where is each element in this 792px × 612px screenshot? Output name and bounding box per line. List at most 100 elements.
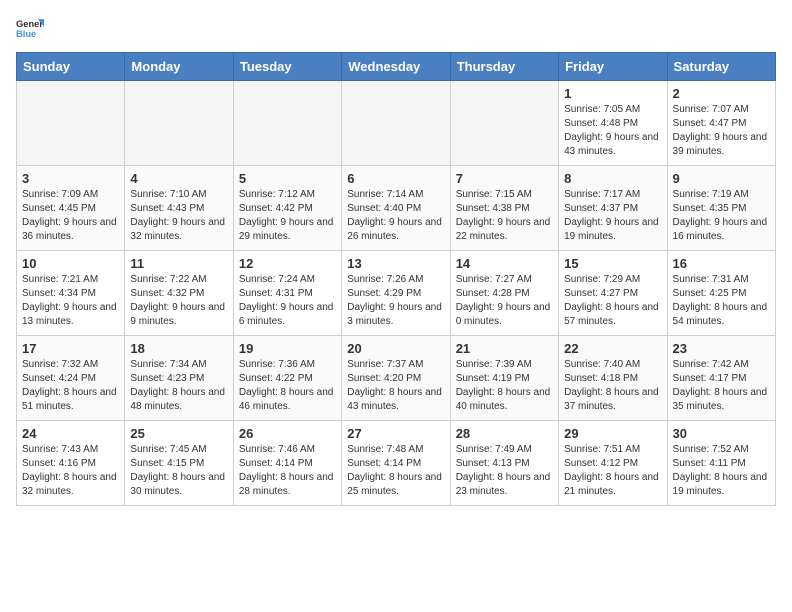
day-number: 2 — [673, 86, 770, 101]
day-info: Sunrise: 7:12 AM Sunset: 4:42 PM Dayligh… — [239, 188, 336, 244]
day-info: Sunrise: 7:15 AM Sunset: 4:38 PM Dayligh… — [456, 188, 553, 244]
day-number: 1 — [564, 86, 661, 101]
calendar-cell: 3 Sunrise: 7:09 AM Sunset: 4:45 PM Daylig… — [17, 166, 125, 251]
logo-icon: General Blue — [16, 16, 44, 44]
weekday-header-wednesday: Wednesday — [342, 53, 450, 81]
day-number: 20 — [347, 341, 444, 356]
day-number: 30 — [673, 426, 770, 441]
day-info: Sunrise: 7:05 AM Sunset: 4:48 PM Dayligh… — [564, 103, 661, 159]
calendar-cell: 1 Sunrise: 7:05 AM Sunset: 4:48 PM Daylig… — [559, 81, 667, 166]
calendar-cell: 11 Sunrise: 7:22 AM Sunset: 4:32 PM Dayli… — [125, 251, 233, 336]
calendar-cell: 25 Sunrise: 7:45 AM Sunset: 4:15 PM Dayli… — [125, 421, 233, 506]
weekday-header-saturday: Saturday — [667, 53, 775, 81]
day-number: 13 — [347, 256, 444, 271]
day-info: Sunrise: 7:42 AM Sunset: 4:17 PM Dayligh… — [673, 358, 770, 414]
day-info: Sunrise: 7:10 AM Sunset: 4:43 PM Dayligh… — [130, 188, 227, 244]
day-info: Sunrise: 7:17 AM Sunset: 4:37 PM Dayligh… — [564, 188, 661, 244]
calendar-cell: 8 Sunrise: 7:17 AM Sunset: 4:37 PM Daylig… — [559, 166, 667, 251]
day-number: 10 — [22, 256, 119, 271]
day-number: 17 — [22, 341, 119, 356]
calendar-cell: 21 Sunrise: 7:39 AM Sunset: 4:19 PM Dayli… — [450, 336, 558, 421]
day-info: Sunrise: 7:32 AM Sunset: 4:24 PM Dayligh… — [22, 358, 119, 414]
day-info: Sunrise: 7:52 AM Sunset: 4:11 PM Dayligh… — [673, 443, 770, 499]
calendar-table: SundayMondayTuesdayWednesdayThursdayFrid… — [16, 52, 776, 506]
calendar-cell: 24 Sunrise: 7:43 AM Sunset: 4:16 PM Dayli… — [17, 421, 125, 506]
calendar-cell: 5Sunrise: 7:12 AM Sunset: 4:42 PM Daylig… — [233, 166, 341, 251]
calendar-cell: 30 Sunrise: 7:52 AM Sunset: 4:11 PM Dayli… — [667, 421, 775, 506]
weekday-header-row: SundayMondayTuesdayWednesdayThursdayFrid… — [17, 53, 776, 81]
calendar-cell: 18 Sunrise: 7:34 AM Sunset: 4:23 PM Dayli… — [125, 336, 233, 421]
day-number: 25 — [130, 426, 227, 441]
day-number: 8 — [564, 171, 661, 186]
day-info: Sunrise: 7:07 AM Sunset: 4:47 PM Dayligh… — [673, 103, 770, 159]
day-number: 15 — [564, 256, 661, 271]
day-info: Sunrise: 7:39 AM Sunset: 4:19 PM Dayligh… — [456, 358, 553, 414]
day-number: 3 — [22, 171, 119, 186]
day-info: Sunrise: 7:45 AM Sunset: 4:15 PM Dayligh… — [130, 443, 227, 499]
calendar-cell — [17, 81, 125, 166]
day-info: Sunrise: 7:43 AM Sunset: 4:16 PM Dayligh… — [22, 443, 119, 499]
day-number: 27 — [347, 426, 444, 441]
calendar-cell: 10 Sunrise: 7:21 AM Sunset: 4:34 PM Dayli… — [17, 251, 125, 336]
day-info: Sunrise: 7:09 AM Sunset: 4:45 PM Dayligh… — [22, 188, 119, 244]
day-number: 14 — [456, 256, 553, 271]
day-number: 19 — [239, 341, 336, 356]
calendar-cell: 7 Sunrise: 7:15 AM Sunset: 4:38 PM Daylig… — [450, 166, 558, 251]
calendar-cell: 19 Sunrise: 7:36 AM Sunset: 4:22 PM Dayli… — [233, 336, 341, 421]
calendar-cell: 6 Sunrise: 7:14 AM Sunset: 4:40 PM Daylig… — [342, 166, 450, 251]
week-row-3: 10 Sunrise: 7:21 AM Sunset: 4:34 PM Dayli… — [17, 251, 776, 336]
calendar-cell: 12 Sunrise: 7:24 AM Sunset: 4:31 PM Dayli… — [233, 251, 341, 336]
logo: General Blue — [16, 16, 44, 44]
day-number: 28 — [456, 426, 553, 441]
day-info: Sunrise: 7:34 AM Sunset: 4:23 PM Dayligh… — [130, 358, 227, 414]
weekday-header-friday: Friday — [559, 53, 667, 81]
calendar-cell: 17 Sunrise: 7:32 AM Sunset: 4:24 PM Dayli… — [17, 336, 125, 421]
calendar-cell: 9Sunrise: 7:19 AM Sunset: 4:35 PM Daylig… — [667, 166, 775, 251]
week-row-1: 1 Sunrise: 7:05 AM Sunset: 4:48 PM Daylig… — [17, 81, 776, 166]
day-number: 24 — [22, 426, 119, 441]
day-info: Sunrise: 7:37 AM Sunset: 4:20 PM Dayligh… — [347, 358, 444, 414]
calendar-cell: 28 Sunrise: 7:49 AM Sunset: 4:13 PM Dayli… — [450, 421, 558, 506]
day-info: Sunrise: 7:36 AM Sunset: 4:22 PM Dayligh… — [239, 358, 336, 414]
day-info: Sunrise: 7:24 AM Sunset: 4:31 PM Dayligh… — [239, 273, 336, 329]
week-row-5: 24 Sunrise: 7:43 AM Sunset: 4:16 PM Dayli… — [17, 421, 776, 506]
day-info: Sunrise: 7:40 AM Sunset: 4:18 PM Dayligh… — [564, 358, 661, 414]
calendar-cell: 15 Sunrise: 7:29 AM Sunset: 4:27 PM Dayli… — [559, 251, 667, 336]
calendar-cell: 27 Sunrise: 7:48 AM Sunset: 4:14 PM Dayli… — [342, 421, 450, 506]
day-number: 26 — [239, 426, 336, 441]
weekday-header-monday: Monday — [125, 53, 233, 81]
calendar-cell: 4 Sunrise: 7:10 AM Sunset: 4:43 PM Daylig… — [125, 166, 233, 251]
calendar-cell: 29Sunrise: 7:51 AM Sunset: 4:12 PM Dayli… — [559, 421, 667, 506]
day-info: Sunrise: 7:48 AM Sunset: 4:14 PM Dayligh… — [347, 443, 444, 499]
calendar-cell: 2 Sunrise: 7:07 AM Sunset: 4:47 PM Daylig… — [667, 81, 775, 166]
day-number: 4 — [130, 171, 227, 186]
day-info: Sunrise: 7:29 AM Sunset: 4:27 PM Dayligh… — [564, 273, 661, 329]
weekday-header-thursday: Thursday — [450, 53, 558, 81]
calendar-cell: 23Sunrise: 7:42 AM Sunset: 4:17 PM Dayli… — [667, 336, 775, 421]
calendar-cell: 14 Sunrise: 7:27 AM Sunset: 4:28 PM Dayli… — [450, 251, 558, 336]
weekday-header-tuesday: Tuesday — [233, 53, 341, 81]
day-number: 18 — [130, 341, 227, 356]
calendar-cell — [450, 81, 558, 166]
calendar-cell: 16Sunrise: 7:31 AM Sunset: 4:25 PM Dayli… — [667, 251, 775, 336]
day-info: Sunrise: 7:22 AM Sunset: 4:32 PM Dayligh… — [130, 273, 227, 329]
day-info: Sunrise: 7:49 AM Sunset: 4:13 PM Dayligh… — [456, 443, 553, 499]
day-info: Sunrise: 7:14 AM Sunset: 4:40 PM Dayligh… — [347, 188, 444, 244]
day-info: Sunrise: 7:21 AM Sunset: 4:34 PM Dayligh… — [22, 273, 119, 329]
calendar-cell: 22 Sunrise: 7:40 AM Sunset: 4:18 PM Dayli… — [559, 336, 667, 421]
calendar-cell — [233, 81, 341, 166]
day-number: 6 — [347, 171, 444, 186]
day-number: 11 — [130, 256, 227, 271]
day-number: 7 — [456, 171, 553, 186]
day-info: Sunrise: 7:26 AM Sunset: 4:29 PM Dayligh… — [347, 273, 444, 329]
weekday-header-sunday: Sunday — [17, 53, 125, 81]
day-number: 21 — [456, 341, 553, 356]
calendar-cell — [125, 81, 233, 166]
day-info: Sunrise: 7:51 AM Sunset: 4:12 PM Dayligh… — [564, 443, 661, 499]
week-row-2: 3 Sunrise: 7:09 AM Sunset: 4:45 PM Daylig… — [17, 166, 776, 251]
day-number: 12 — [239, 256, 336, 271]
day-info: Sunrise: 7:27 AM Sunset: 4:28 PM Dayligh… — [456, 273, 553, 329]
calendar-cell: 26Sunrise: 7:46 AM Sunset: 4:14 PM Dayli… — [233, 421, 341, 506]
day-number: 22 — [564, 341, 661, 356]
week-row-4: 17 Sunrise: 7:32 AM Sunset: 4:24 PM Dayli… — [17, 336, 776, 421]
